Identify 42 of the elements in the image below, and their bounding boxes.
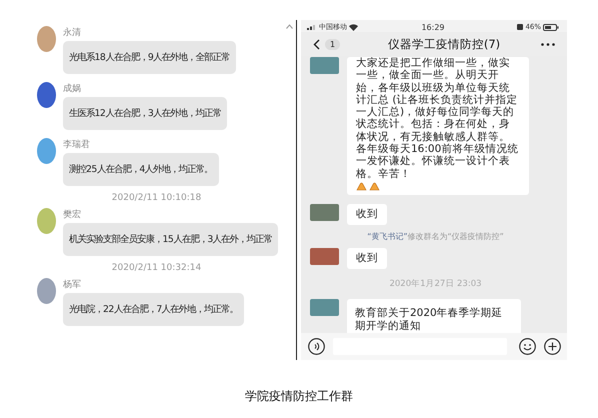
message-timestamp: 2020年1月27日 23:03 xyxy=(389,278,482,289)
emoji-icon[interactable] xyxy=(519,338,536,355)
message-bubble: 光电系18人在合肥，9人在外地，全部正常 xyxy=(63,41,236,74)
avatar-photo-placeholder xyxy=(37,208,56,234)
avatar-photo-placeholder xyxy=(310,204,339,221)
voice-icon[interactable] xyxy=(308,338,325,355)
avatar-photo-placeholder xyxy=(37,278,56,304)
avatar-photo-placeholder xyxy=(310,298,339,316)
status-time: 16:29 xyxy=(421,22,445,32)
avatar-photo-placeholder xyxy=(37,26,56,52)
message-bubble: 机关实验支部全员安康，15人在肥，3人在外，均正常 xyxy=(63,223,278,256)
avatar-photo-placeholder xyxy=(37,82,56,108)
message-bubble: 测控25人在合肥，4人外地，均正常。 xyxy=(63,153,219,186)
more-options-icon[interactable] xyxy=(540,42,555,46)
message-bubble: 收到 xyxy=(347,248,387,269)
message-bubble: 光电院，22人在合肥，7人在外地，均正常。 xyxy=(63,293,244,326)
link-card[interactable]: 教育部关于2020年春季学期延期开学的通知 xyxy=(347,298,521,333)
plus-icon[interactable] xyxy=(544,338,561,355)
message-bubble: 生医系12人在合肥，3人在外地，均正常 xyxy=(63,97,228,130)
wifi-icon xyxy=(349,24,358,30)
message-timestamp: 2020/2/11 10:10:18 xyxy=(112,193,202,203)
sender-name: 樊宏 xyxy=(63,208,81,221)
signal-icon xyxy=(307,24,317,30)
scroll-up-icon[interactable] xyxy=(286,24,293,29)
battery-icon xyxy=(543,24,559,30)
avatar-photo-placeholder xyxy=(310,57,339,74)
sender-name: 李瑞君 xyxy=(63,138,90,151)
avatar-photo-placeholder xyxy=(310,248,339,265)
avatar-photo-placeholder xyxy=(37,138,56,164)
message-bubble: 收到 xyxy=(347,204,387,225)
sender-name: 杨军 xyxy=(63,278,81,291)
card-title: 教育部关于2020年春季学期延期开学的通知 xyxy=(355,306,504,333)
sender-name: 成娲 xyxy=(63,82,81,95)
message-timestamp: 2020/2/11 10:32:14 xyxy=(112,263,202,273)
back-button[interactable]: 1 xyxy=(313,38,347,50)
sender-name: 永清 xyxy=(63,26,81,39)
figure-caption: 学院疫情防控工作群 xyxy=(245,389,353,403)
system-notice: “黄飞书记”修改群名为“仪器疫情防控” xyxy=(366,230,505,242)
message-text: 大家还是把工作做细一些，做实一些，做全面一些。从明天开始，各年级以班级为单位每天统计汇总 (让各班长负责统计并指定一人汇总)，做好每位同学每天的状态统计。包括：身在何处，身体状况，有无接触敏感人群等。各年级每天16:00前将年级情况统一发怀谦处。怀谦统一设计个表格。辛苦！ xyxy=(356,57,520,180)
group-chat-title: 仪器学工疫情防控(7) xyxy=(388,36,500,52)
back-chevron-icon xyxy=(313,38,320,50)
unread-count-badge: 1 xyxy=(325,38,340,50)
